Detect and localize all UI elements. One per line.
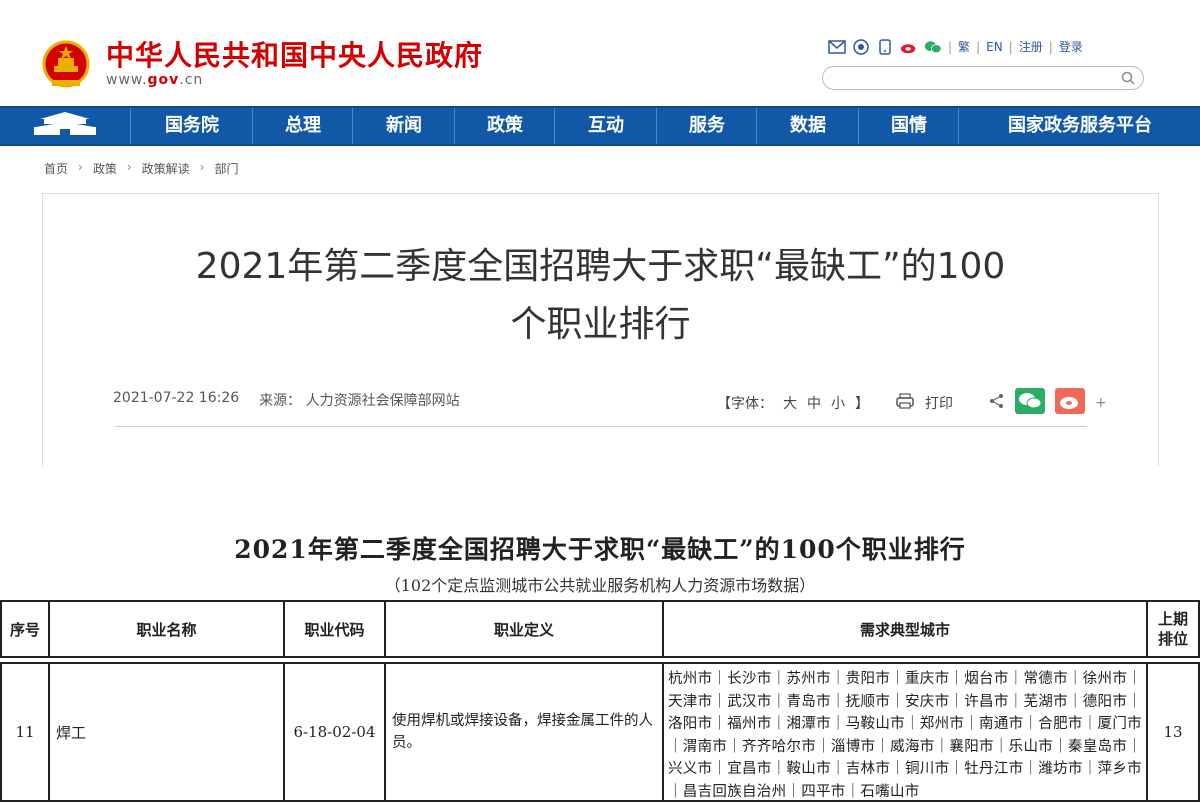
tool-separator: | [976, 39, 981, 54]
article-title: 2021年第二季度全国招聘大于求职“最缺工”的100 个职业排行 [43, 238, 1158, 354]
row-code: 6-18-02-04 [283, 662, 386, 802]
table-row: 11 焊工 6-18-02-04 使用焊机或焊接设备，焊接金属工件的人员。 杭州… [0, 662, 1200, 802]
app-icon[interactable] [852, 38, 870, 55]
site-title[interactable]: 中华人民共和国中央人民政府 [106, 34, 483, 74]
row-name: 焊工 [48, 662, 285, 802]
source-value: 人力资源社会保障部网站 [305, 393, 460, 409]
breadcrumb-arrow-icon: › [126, 160, 132, 174]
article-meta: 2021-07-22 16:26 来源： 人力资源社会保障部网站 [113, 390, 460, 410]
article-title-line2: 个职业排行 [510, 304, 691, 345]
nav-item-interaction[interactable]: 互动 [554, 108, 657, 144]
nav-item-national-info[interactable]: 国情 [858, 108, 959, 144]
header-prev-rank: 上期 排位 [1146, 600, 1200, 658]
nav-home[interactable] [0, 108, 130, 144]
breadcrumb-home[interactable]: 首页 [44, 160, 68, 177]
row-definition: 使用焊机或焊接设备，焊接金属工件的人员。 [384, 662, 664, 802]
table-header-row: 序号 职业名称 职业代码 职业定义 需求典型城市 上期 排位 [0, 600, 1200, 658]
header-index: 序号 [0, 600, 50, 658]
weibo-icon[interactable] [900, 39, 918, 55]
share-icon[interactable] [989, 393, 1005, 413]
breadcrumb-department[interactable]: 部门 [214, 160, 238, 177]
table-subtitle: （102个定点监测城市公共就业服务机构人力资源市场数据） [384, 576, 816, 595]
share-weibo-icon[interactable] [1055, 388, 1085, 418]
register-link[interactable]: 注册 [1019, 38, 1043, 55]
login-link[interactable]: 登录 [1059, 38, 1083, 55]
article-tools: 【字体： 大 中 小 】 打印 + [717, 388, 1107, 418]
header-prev-rank-line1: 上期 [1157, 610, 1188, 628]
english-link[interactable]: EN [986, 40, 1003, 54]
tool-separator: | [948, 39, 953, 54]
table-title: 2021年第二季度全国招聘大于求职“最缺工”的100个职业排行 [234, 535, 966, 564]
national-emblem-icon[interactable] [42, 40, 90, 90]
site-header: 中华人民共和国中央人民政府 www.gov.cn | 繁 | EN | 注册 |… [0, 0, 1200, 106]
article-title-line1: 2021年第二季度全国招聘大于求职“最缺工”的100 [195, 246, 1006, 287]
row-index: 11 [0, 662, 50, 802]
site-url: www.gov.cn [106, 72, 203, 88]
search-icon[interactable] [1121, 70, 1135, 89]
font-size-label: 【字体： [717, 396, 773, 412]
publish-date: 2021-07-22 16:26 [113, 390, 240, 406]
tiananmen-icon [30, 111, 100, 141]
share-wechat-icon[interactable] [1015, 388, 1045, 418]
wechat-icon[interactable] [924, 39, 942, 55]
header-cities: 需求典型城市 [662, 600, 1148, 658]
font-size-close: 】 [855, 396, 869, 412]
share-more-icon[interactable]: + [1095, 395, 1107, 411]
print-icon[interactable] [895, 393, 915, 413]
header-prev-rank-line2: 排位 [1157, 630, 1188, 648]
mobile-icon[interactable] [876, 38, 894, 55]
header-definition: 职业定义 [384, 600, 664, 658]
font-size-medium[interactable]: 中 [807, 393, 821, 413]
nav-item-policy[interactable]: 政策 [454, 108, 555, 144]
site-url-brand: gov [147, 72, 180, 88]
site-url-suffix: .cn [179, 72, 204, 88]
row-cities: 杭州市｜长沙市｜苏州市｜贵阳市｜重庆市｜烟台市｜常德市｜徐州市｜天津市｜武汉市｜… [662, 662, 1148, 802]
breadcrumb-policy-interpretation[interactable]: 政策解读 [142, 160, 190, 177]
header-code: 职业代码 [283, 600, 386, 658]
search-input[interactable] [822, 66, 1144, 90]
article-card: 2021年第二季度全国招聘大于求职“最缺工”的100 个职业排行 2021-07… [42, 193, 1159, 466]
breadcrumb-policy[interactable]: 政策 [93, 160, 117, 177]
main-nav: 国务院 总理 新闻 政策 互动 服务 数据 国情 国家政务服务平台 [0, 106, 1200, 146]
nav-item-news[interactable]: 新闻 [352, 108, 455, 144]
font-size-control: 【字体： 大 中 小 】 [717, 393, 869, 413]
nav-item-state-council[interactable]: 国务院 [130, 108, 253, 144]
font-size-small[interactable]: 小 [831, 393, 845, 413]
article-divider [115, 426, 1087, 427]
nav-item-gov-service-platform[interactable]: 国家政务服务平台 [958, 108, 1200, 144]
site-url-prefix: www. [106, 72, 148, 88]
nav-item-premier[interactable]: 总理 [252, 108, 353, 144]
breadcrumb: 首页 › 政策 › 政策解读 › 部门 [44, 160, 239, 177]
tool-separator: | [1008, 39, 1013, 54]
source-info: 来源： 人力资源社会保障部网站 [259, 390, 459, 410]
breadcrumb-arrow-icon: › [78, 160, 83, 174]
tool-separator: | [1048, 39, 1053, 54]
source-label: 来源： [259, 393, 302, 409]
nav-item-service[interactable]: 服务 [656, 108, 757, 144]
header-name: 职业名称 [48, 600, 285, 658]
breadcrumb-arrow-icon: › [199, 160, 205, 174]
nav-item-data[interactable]: 数据 [756, 108, 859, 144]
row-prev-rank: 13 [1146, 662, 1200, 802]
mail-icon[interactable] [828, 39, 846, 55]
header-tools: | 繁 | EN | 注册 | 登录 [828, 38, 1083, 55]
traditional-chinese-link[interactable]: 繁 [958, 38, 970, 55]
print-button[interactable]: 打印 [925, 393, 953, 413]
font-size-large[interactable]: 大 [783, 393, 797, 413]
